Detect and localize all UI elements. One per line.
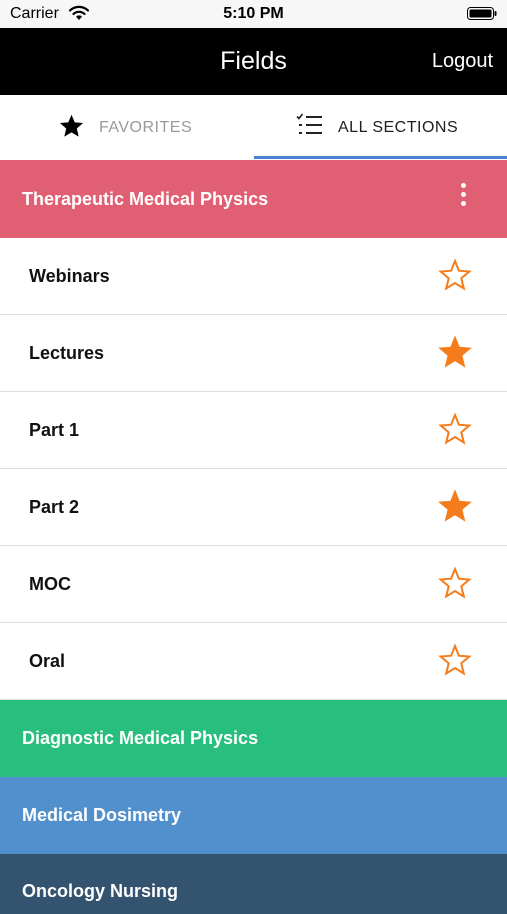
star-outline-icon[interactable]	[437, 643, 473, 679]
star-filled-icon[interactable]	[437, 335, 473, 371]
section-header-oncology-nursing[interactable]: Oncology Nursing	[0, 854, 507, 914]
section-title: Medical Dosimetry	[22, 805, 182, 825]
battery-icon	[467, 7, 497, 20]
star-outline-icon[interactable]	[437, 258, 473, 294]
section-header-therapeutic-medical-physics[interactable]: Therapeutic Medical Physics	[0, 160, 507, 238]
star-outline-icon[interactable]	[437, 412, 473, 448]
tab-all-sections[interactable]: ALL SECTIONS	[254, 95, 507, 160]
star-icon	[59, 114, 84, 137]
list-item-oral[interactable]: Oral	[0, 623, 507, 700]
section-title: Therapeutic Medical Physics	[22, 189, 269, 209]
tab-bar: FAVORITES ALL SECTIONS	[0, 95, 507, 160]
status-bar: Carrier 5:10 PM	[0, 0, 507, 28]
section-title: Diagnostic Medical Physics	[22, 728, 259, 748]
list-item-lectures[interactable]: Lectures	[0, 315, 507, 392]
list-item-part-1[interactable]: Part 1	[0, 392, 507, 469]
tab-favorites[interactable]: FAVORITES	[0, 95, 253, 160]
list-item-label: Lectures	[29, 343, 105, 363]
section-title: Oncology Nursing	[22, 881, 179, 901]
sections-list: Therapeutic Medical Physics Webinars Lec…	[0, 160, 507, 914]
list-item-label: Part 1	[29, 420, 80, 440]
star-outline-icon[interactable]	[437, 566, 473, 602]
list-item-label: MOC	[29, 574, 71, 594]
list-item-label: Part 2	[29, 497, 80, 517]
checklist-icon	[296, 113, 322, 134]
more-options-icon[interactable]	[457, 183, 469, 213]
logout-button[interactable]: Logout	[432, 50, 493, 73]
list-item-webinars[interactable]: Webinars	[0, 238, 507, 315]
tab-favorites-label: FAVORITES	[99, 119, 193, 136]
star-filled-icon[interactable]	[437, 489, 473, 525]
list-item-label: Webinars	[29, 266, 110, 286]
list-item-moc[interactable]: MOC	[0, 546, 507, 623]
section-header-medical-dosimetry[interactable]: Medical Dosimetry	[0, 777, 507, 854]
status-time: 5:10 PM	[223, 5, 284, 22]
section-header-diagnostic-medical-physics[interactable]: Diagnostic Medical Physics	[0, 700, 507, 777]
list-item-label: Oral	[29, 651, 66, 671]
nav-bar: Fields Logout	[0, 28, 507, 95]
list-item-part-2[interactable]: Part 2	[0, 469, 507, 546]
tab-selected-indicator	[254, 156, 507, 159]
tab-all-sections-label: ALL SECTIONS	[338, 119, 459, 136]
